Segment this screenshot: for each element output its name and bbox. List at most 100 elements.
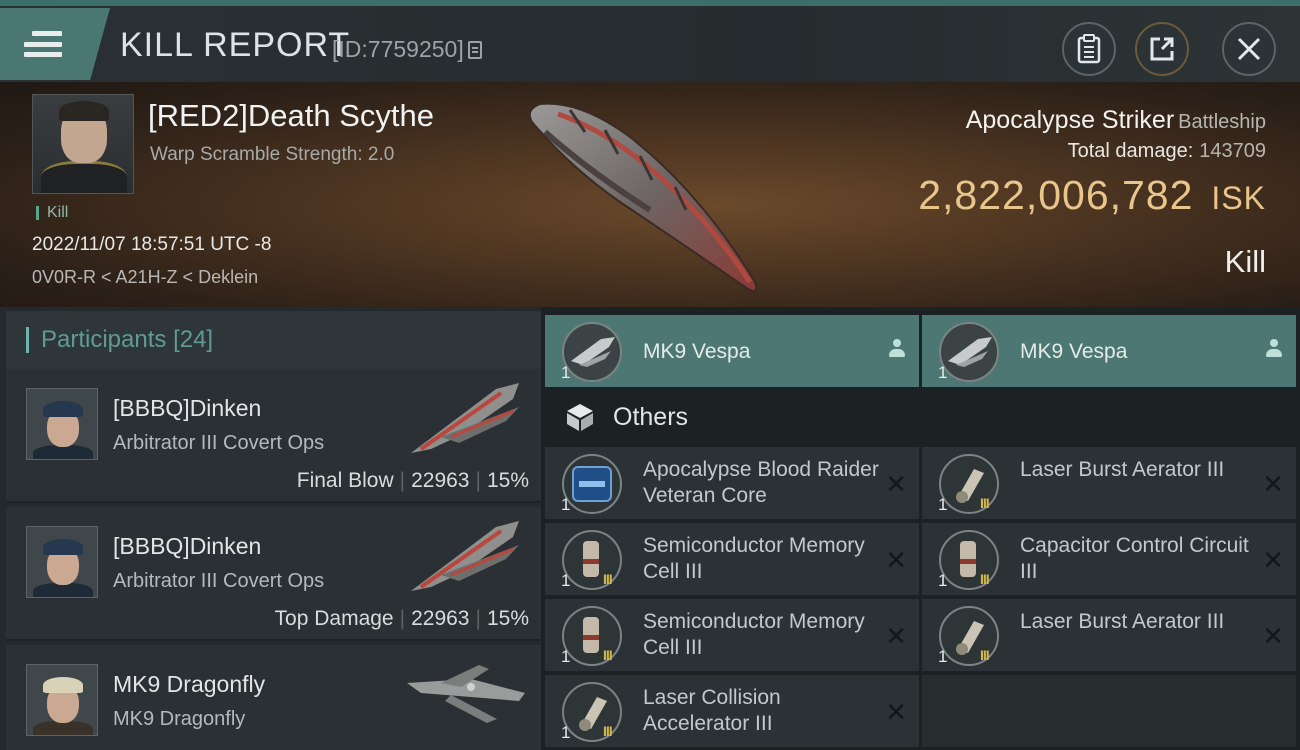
top-bar: KILL REPORT [ID:7759250]: [0, 0, 1300, 82]
ship-class: Battleship: [1178, 111, 1266, 133]
kill-summary: [RED2]Death Scythe Warp Scramble Strengt…: [0, 82, 1300, 307]
item-quantity: 1: [561, 495, 571, 514]
x-icon: ✕: [885, 545, 907, 575]
total-damage: Total damage: 143709: [1068, 140, 1266, 163]
kill-datetime: 2022/11/07 18:57:51 UTC -8: [32, 234, 272, 255]
participant-ship-image: [411, 521, 519, 591]
x-icon: ✕: [1262, 469, 1284, 499]
avatar: [26, 526, 98, 598]
participant-stats: Final Blow | 22963 | 15%: [296, 469, 529, 492]
participant-ship: Arbitrator III Covert Ops: [113, 570, 325, 592]
cargo-item[interactable]: 1 III Semiconductor Memory Cell III ✕: [545, 523, 919, 595]
cargo-item[interactable]: 1 III Laser Collision Accelerator III ✕: [545, 675, 919, 747]
ship-type: Apocalypse Striker: [965, 106, 1175, 134]
avatar: [26, 664, 98, 736]
person-icon: [889, 339, 905, 359]
item-quantity: 1: [561, 723, 571, 742]
item-name: Laser Collision Accelerator III: [643, 686, 781, 735]
victim-ship-image[interactable]: [510, 92, 790, 302]
participant-ship-image: [411, 383, 519, 453]
participant-stats: Top Damage | 22963 | 15%: [274, 607, 529, 630]
item-quantity: 1: [938, 647, 948, 666]
page-title: KILL REPORT: [120, 26, 351, 64]
item-name: Semiconductor Memory Cell III: [643, 534, 865, 583]
clipboard-button[interactable]: [1062, 22, 1116, 76]
drone-item[interactable]: 1 MK9 Vespa: [922, 315, 1296, 387]
participant-name: MK9 Dragonfly: [113, 671, 266, 697]
tier-badge: III: [980, 495, 990, 511]
participant-ship: MK9 Dragonfly: [113, 708, 246, 730]
victim-portrait[interactable]: [32, 94, 134, 194]
item-name: Capacitor Control Circuit III: [1020, 534, 1249, 583]
person-icon: [1266, 339, 1282, 359]
participant-name: [BBBQ]Dinken: [113, 533, 262, 559]
item-name: Laser Burst Aerator III: [1020, 610, 1225, 633]
cargo-item[interactable]: 1 III Laser Burst Aerator III ✕: [922, 447, 1296, 519]
x-icon: ✕: [1262, 545, 1284, 575]
item-quantity: 1: [561, 363, 571, 382]
cargo-item[interactable]: 1 III Semiconductor Memory Cell III ✕: [545, 599, 919, 671]
item-name: Laser Burst Aerator III: [1020, 458, 1225, 481]
share-button[interactable]: [1135, 22, 1189, 76]
item-quantity: 1: [938, 495, 948, 514]
item-quantity: 1: [938, 571, 948, 590]
victim-ship-name[interactable]: Apocalypse Striker Battleship: [966, 106, 1266, 135]
close-button[interactable]: [1222, 22, 1276, 76]
item-quantity: 1: [561, 647, 571, 666]
participant-percent: 15%: [486, 469, 529, 492]
tier-badge: III: [980, 647, 990, 663]
participant-damage: 22963: [411, 607, 470, 630]
clipboard-icon: [1077, 34, 1101, 64]
share-icon: [1150, 37, 1174, 61]
participants-panel: Participants [24] [BBBQ]Dinken Arbitrato…: [0, 307, 541, 750]
participant-row[interactable]: MK9 Dragonfly MK9 Dragonfly: [6, 645, 541, 750]
drone-item[interactable]: 1 MK9 Vespa: [545, 315, 919, 387]
participant-row[interactable]: [BBBQ]Dinken Arbitrator III Covert Ops F…: [6, 369, 541, 503]
item-name: MK9 Vespa: [1020, 340, 1128, 363]
others-header: Others: [545, 392, 1297, 442]
close-icon: [1237, 37, 1261, 61]
tier-badge: III: [980, 571, 990, 587]
cargo-item[interactable]: 1 III Capacitor Control Circuit III ✕: [922, 523, 1296, 595]
total-damage-value: 143709: [1199, 140, 1266, 162]
avatar: [26, 388, 98, 460]
participant-percent: 15%: [486, 607, 529, 630]
x-icon: ✕: [885, 469, 907, 499]
cube-icon: [567, 404, 593, 431]
participants-label: Participants [24]: [41, 326, 214, 353]
item-name: Apocalypse Blood Raider Veteran Core: [643, 458, 879, 507]
tier-badge: III: [603, 571, 613, 587]
participants-header[interactable]: Participants [24]: [6, 311, 541, 369]
report-id: [ID:7759250]: [332, 36, 482, 63]
report-id-text: [ID:7759250]: [332, 36, 464, 62]
victim-name[interactable]: [RED2]Death Scythe: [148, 98, 434, 134]
item-quantity: 1: [561, 571, 571, 590]
cargo-item[interactable]: 1 Apocalypse Blood Raider Veteran Core ✕: [545, 447, 919, 519]
items-panel: 1 MK9 Vespa 1 MK9 Vespa Others 1 Apocaly…: [541, 307, 1300, 750]
tier-badge: III: [603, 647, 613, 663]
participant-row[interactable]: [BBBQ]Dinken Arbitrator III Covert Ops T…: [6, 507, 541, 641]
isk-amount: 2,822,006,782: [918, 172, 1194, 218]
item-quantity: 1: [938, 363, 948, 382]
warp-scramble-strength: Warp Scramble Strength: 2.0: [150, 144, 395, 165]
participant-role: Final Blow: [296, 469, 394, 492]
isk-value: 2,822,006,782 ISK: [918, 172, 1266, 219]
item-name: MK9 Vespa: [643, 340, 751, 363]
item-name: Semiconductor Memory Cell III: [643, 610, 865, 659]
menu-button[interactable]: [0, 8, 110, 80]
menu-icon: [24, 31, 62, 57]
x-icon: ✕: [885, 621, 907, 651]
result-label: Kill: [1224, 244, 1266, 279]
x-icon: ✕: [1262, 621, 1284, 651]
participant-damage: 22963: [411, 469, 470, 492]
participant-name: [BBBQ]Dinken: [113, 395, 262, 421]
total-damage-label: Total damage:: [1067, 140, 1194, 162]
participant-ship-image: [407, 665, 525, 723]
copy-icon[interactable]: [467, 41, 482, 59]
kill-tag: Kill: [36, 205, 68, 221]
kill-location[interactable]: 0V0R-R < A21H-Z < Deklein: [32, 267, 258, 288]
cargo-item[interactable]: 1 III Laser Burst Aerator III ✕: [922, 599, 1296, 671]
tier-badge: III: [603, 723, 613, 739]
participant-ship: Arbitrator III Covert Ops: [113, 432, 325, 454]
others-label: Others: [613, 402, 689, 431]
